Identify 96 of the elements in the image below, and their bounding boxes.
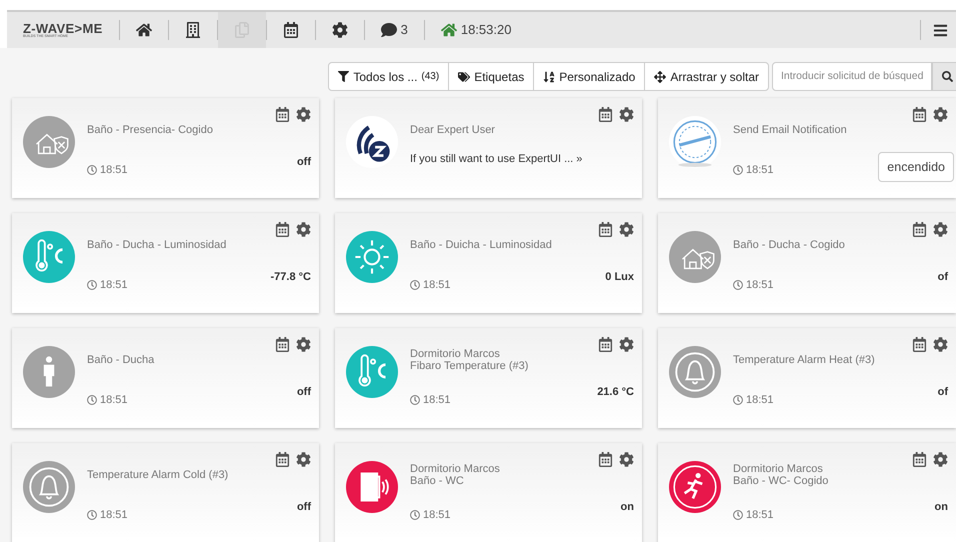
device-name: Baño - Ducha <box>87 354 156 367</box>
settings-icon[interactable] <box>619 222 634 237</box>
update-time: 18:51 <box>87 162 128 178</box>
nav-item[interactable]: 3 <box>364 12 424 48</box>
calendar-icon[interactable] <box>598 452 613 467</box>
calendar-icon[interactable] <box>912 222 927 237</box>
update-time: 18:51 <box>87 276 128 293</box>
settings-icon[interactable] <box>619 452 634 467</box>
building-icon <box>184 22 201 38</box>
filter-icon <box>338 71 350 82</box>
update-time: 18:51 <box>733 506 774 523</box>
device-value: 21.6 °C <box>597 385 634 400</box>
settings-icon[interactable] <box>933 452 948 467</box>
calendar-icon[interactable] <box>598 337 613 352</box>
device-name: Temperature Alarm Cold (#3) <box>87 469 230 482</box>
clock-icon <box>410 280 420 290</box>
calendar-icon[interactable] <box>275 107 290 122</box>
clock-icon <box>733 510 743 520</box>
device-value: off <box>296 155 311 170</box>
device-name: Dear Expert User <box>410 124 496 137</box>
calendar-icon[interactable] <box>275 452 290 467</box>
device-name: Fibaro Temperature (#3) <box>410 360 530 373</box>
settings-icon[interactable] <box>933 107 948 122</box>
speech-bubble-icon <box>380 22 397 38</box>
device-name: Baño - Duicha - Luminosidad <box>410 239 553 252</box>
settings-icon[interactable] <box>296 337 311 352</box>
nav-item[interactable]: 18:53:20 <box>424 12 528 48</box>
update-time: 18:51 <box>733 392 774 408</box>
device-value: off <box>296 500 311 515</box>
device-name: Send Email Notification <box>733 124 848 137</box>
calendar-icon[interactable] <box>912 452 927 467</box>
clock-icon <box>87 280 97 290</box>
device-value: on <box>620 500 634 515</box>
settings-icon[interactable] <box>933 222 948 237</box>
calendar-icon[interactable] <box>912 107 927 122</box>
tags-button[interactable]: Etiquetas <box>449 63 534 90</box>
device-value: of <box>938 385 948 400</box>
device-value: of <box>938 270 948 285</box>
search-button[interactable] <box>932 62 956 91</box>
settings-icon[interactable] <box>619 337 634 352</box>
device-location: Dormitorio Marcos <box>410 463 501 475</box>
clock-icon <box>733 280 743 290</box>
search-icon <box>942 71 952 82</box>
device-name: Baño - Presencia- Cogido <box>87 124 214 137</box>
device-name: Baño - WC <box>410 475 465 488</box>
sort-button[interactable]: Personalizado <box>534 63 646 90</box>
calendar-icon <box>282 22 299 38</box>
calendar-icon[interactable] <box>912 337 927 352</box>
clock-icon <box>733 164 743 175</box>
clock-icon <box>410 510 420 520</box>
search-field[interactable]: Introducir solicitud de búsqued <box>772 62 932 91</box>
clock-icon <box>410 394 420 405</box>
device-value: 0 Lux <box>605 270 634 285</box>
settings-icon <box>332 22 348 38</box>
update-time: 18:51 <box>733 162 774 178</box>
logo[interactable]: Z-WAVE>ME <box>23 22 103 35</box>
device-name: Temperature Alarm Heat (#3) <box>733 354 876 367</box>
update-time: 18:51 <box>87 506 128 523</box>
settings-icon[interactable] <box>296 222 311 237</box>
settings-icon[interactable] <box>296 452 311 467</box>
device-name: Baño - Ducha - Luminosidad <box>87 239 228 252</box>
clock-icon <box>733 394 743 405</box>
menu-icon[interactable] <box>933 22 948 38</box>
calendar-icon[interactable] <box>598 222 613 237</box>
device-value: off <box>296 385 311 400</box>
filter-count: (43) <box>421 70 440 84</box>
clock-icon <box>87 164 97 175</box>
filter-label: Todos los ... <box>353 68 418 86</box>
settings-icon[interactable] <box>296 107 311 122</box>
message-link[interactable]: If you still want to use ExpertUI ... » <box>410 151 634 168</box>
sort-icon <box>543 70 556 82</box>
clock-icon <box>87 510 97 520</box>
switch-button[interactable]: encendido <box>878 152 954 182</box>
home-icon <box>136 22 152 38</box>
settings-icon[interactable] <box>619 107 634 122</box>
device-value: on <box>934 500 948 515</box>
update-time: 18:51 <box>410 506 451 523</box>
device-value: -77.8 °C <box>270 270 311 285</box>
device-name: Baño - Ducha - Cogido <box>733 239 846 252</box>
filter-button[interactable]: Todos los ... (43) <box>329 63 450 90</box>
device-location: Dormitorio Marcos <box>733 463 824 475</box>
home-icon <box>440 22 457 38</box>
update-time: 18:51 <box>410 392 451 408</box>
update-time: 18:51 <box>87 392 128 408</box>
update-time: 18:51 <box>410 276 451 293</box>
device-name: Baño - WC- Cogido <box>733 475 830 488</box>
drag-button[interactable]: Arrastrar y soltar <box>645 63 768 90</box>
calendar-icon[interactable] <box>275 337 290 352</box>
settings-icon[interactable] <box>933 337 948 352</box>
clock-icon <box>87 394 97 405</box>
tags-icon <box>458 70 470 82</box>
calendar-icon[interactable] <box>275 222 290 237</box>
update-time: 18:51 <box>733 276 774 293</box>
calendar-icon[interactable] <box>598 107 613 122</box>
device-location: Dormitorio Marcos <box>410 348 501 360</box>
drag-icon <box>654 70 666 82</box>
